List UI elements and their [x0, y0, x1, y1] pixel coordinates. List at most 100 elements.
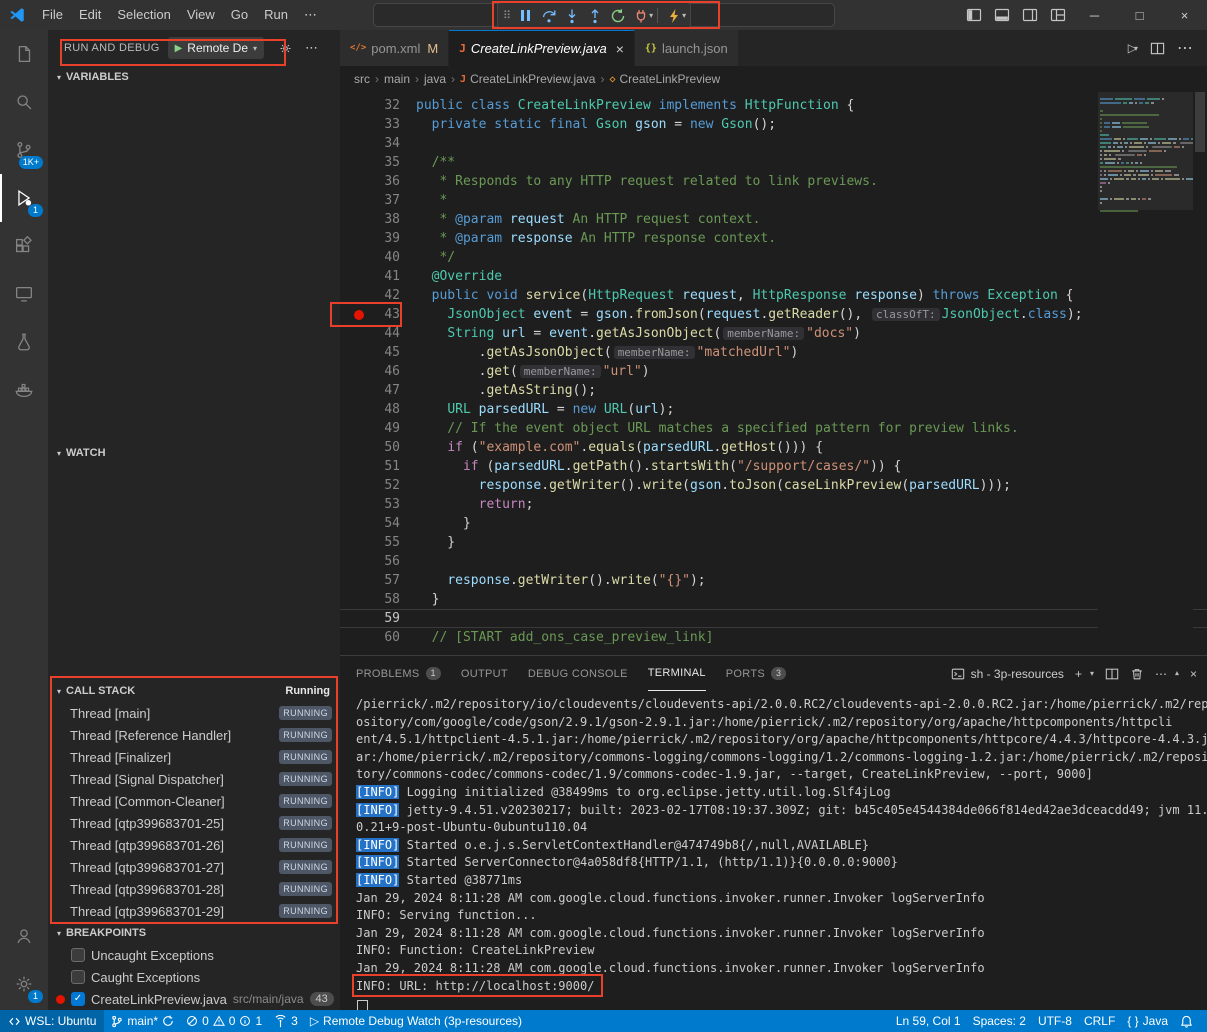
- customize-layout-icon[interactable]: [1044, 0, 1072, 30]
- accounts-icon[interactable]: [0, 912, 48, 960]
- code-line[interactable]: 32public class CreateLinkPreview impleme…: [340, 96, 1207, 115]
- menu-file[interactable]: File: [34, 0, 71, 30]
- code-line[interactable]: 42 public void service(HttpRequest reque…: [340, 286, 1207, 305]
- code-line[interactable]: 38 * @param request An HTTP request cont…: [340, 210, 1207, 229]
- code-line[interactable]: 54 }: [340, 514, 1207, 533]
- tab-launch.json[interactable]: {}launch.json: [635, 30, 739, 66]
- checkbox[interactable]: [71, 970, 85, 984]
- breakpoints-header[interactable]: ▾ BREAKPOINTS: [48, 922, 340, 944]
- docker-icon[interactable]: [0, 366, 48, 414]
- callstack-thread-row[interactable]: Thread [Finalizer]RUNNING: [48, 746, 340, 768]
- terminal-view[interactable]: /pierrick/.m2/repository/io/cloudevents/…: [340, 691, 1207, 1010]
- code-line[interactable]: 48 URL parsedURL = new URL(url);: [340, 400, 1207, 419]
- menu-view[interactable]: View: [179, 0, 223, 30]
- step-over-button[interactable]: [537, 4, 560, 27]
- chevron-down-icon[interactable]: ▾: [649, 11, 653, 20]
- code-editor[interactable]: 32public class CreateLinkPreview impleme…: [340, 92, 1207, 655]
- breadcrumb-item[interactable]: java: [424, 72, 446, 86]
- kill-terminal-trash-icon[interactable]: [1130, 667, 1144, 681]
- code-line[interactable]: 50 if ("example.com".equals(parsedURL.ge…: [340, 438, 1207, 457]
- drag-handle-icon[interactable]: ⠿: [503, 9, 511, 22]
- start-debug-icon[interactable]: ▶: [175, 43, 183, 54]
- remote-explorer-icon[interactable]: [0, 270, 48, 318]
- chevron-down-icon[interactable]: ▾: [682, 11, 686, 20]
- chevron-down-icon[interactable]: ▾: [1090, 669, 1094, 678]
- step-out-button[interactable]: [583, 4, 606, 27]
- code-line[interactable]: 34: [340, 134, 1207, 153]
- code-line[interactable]: 46 .get(memberName:"url"): [340, 362, 1207, 381]
- remote-indicator[interactable]: WSL: Ubuntu: [0, 1010, 104, 1032]
- callstack-thread-row[interactable]: Thread [qtp399683701-26]RUNNING: [48, 834, 340, 856]
- forwarded-ports-item[interactable]: 3: [268, 1010, 304, 1032]
- git-branch-item[interactable]: main*: [104, 1010, 180, 1032]
- source-control-icon[interactable]: 1K+: [0, 126, 48, 174]
- callstack-thread-row[interactable]: Thread [qtp399683701-25]RUNNING: [48, 812, 340, 834]
- code-line[interactable]: 40 */: [340, 248, 1207, 267]
- tab-CreateLinkPreview.java[interactable]: JCreateLinkPreview.java×: [449, 30, 635, 66]
- breadcrumb-item[interactable]: CreateLinkPreview: [620, 72, 721, 86]
- panel-more-icon[interactable]: ⋯: [1155, 667, 1167, 681]
- code-line[interactable]: 36 * Responds to any HTTP request relate…: [340, 172, 1207, 191]
- breadcrumb-item[interactable]: CreateLinkPreview.java: [470, 72, 595, 86]
- toggle-secondary-sidebar-icon[interactable]: [1016, 0, 1044, 30]
- run-and-debug-icon[interactable]: 1: [0, 174, 48, 222]
- variables-header[interactable]: ▾ VARIABLES: [48, 66, 340, 88]
- minimize-button[interactable]: ─: [1072, 0, 1117, 30]
- extensions-icon[interactable]: [0, 222, 48, 270]
- breakpoint-row[interactable]: Uncaught Exceptions: [48, 944, 340, 966]
- code-line[interactable]: 49 // If the event object URL matches a …: [340, 419, 1207, 438]
- callstack-thread-row[interactable]: Thread [main]RUNNING: [48, 702, 340, 724]
- code-line[interactable]: 45 .getAsJsonObject(memberName:"matchedU…: [340, 343, 1207, 362]
- code-line[interactable]: 51 if (parsedURL.getPath().startsWith("/…: [340, 457, 1207, 476]
- minimap[interactable]: [1098, 92, 1193, 655]
- breakpoint-dot[interactable]: [354, 310, 364, 320]
- checkbox[interactable]: ✓: [71, 992, 85, 1006]
- menu-edit[interactable]: Edit: [71, 0, 109, 30]
- indentation-item[interactable]: Spaces: 2: [967, 1010, 1032, 1032]
- breakpoint-row[interactable]: Caught Exceptions: [48, 966, 340, 988]
- split-terminal-icon[interactable]: [1105, 667, 1119, 681]
- close-panel-icon[interactable]: ×: [1190, 667, 1197, 681]
- checkbox[interactable]: [71, 948, 85, 962]
- code-line[interactable]: 47 .getAsString();: [340, 381, 1207, 400]
- breadcrumb-item[interactable]: main: [384, 72, 410, 86]
- code-line[interactable]: 44 String url = event.getAsJsonObject(me…: [340, 324, 1207, 343]
- code-line[interactable]: 60 // [START add_ons_case_preview_link]: [340, 628, 1207, 647]
- breadcrumb-item[interactable]: src: [354, 72, 370, 86]
- callstack-thread-row[interactable]: Thread [qtp399683701-29]RUNNING: [48, 900, 340, 922]
- language-mode-item[interactable]: { } Java: [1121, 1010, 1174, 1032]
- code-line[interactable]: 35 /**: [340, 153, 1207, 172]
- settings-gear-icon[interactable]: 1: [0, 960, 48, 1008]
- panel-tab-ports[interactable]: PORTS3: [726, 656, 787, 691]
- step-into-button[interactable]: [560, 4, 583, 27]
- cursor-position-item[interactable]: Ln 59, Col 1: [890, 1010, 967, 1032]
- explorer-icon[interactable]: [0, 30, 48, 78]
- code-line[interactable]: 57 response.getWriter().write("{}");: [340, 571, 1207, 590]
- close-icon[interactable]: ×: [616, 41, 624, 57]
- code-line[interactable]: 59: [340, 609, 1207, 628]
- code-line[interactable]: 52 response.getWriter().write(gson.toJso…: [340, 476, 1207, 495]
- new-terminal-button[interactable]: +: [1075, 667, 1082, 681]
- menu-more[interactable]: ⋯: [296, 7, 325, 23]
- callstack-thread-row[interactable]: Thread [qtp399683701-28]RUNNING: [48, 878, 340, 900]
- editor-scrollbar[interactable]: [1193, 92, 1207, 655]
- maximize-panel-icon[interactable]: ▾: [1175, 669, 1179, 678]
- toggle-panel-icon[interactable]: [988, 0, 1016, 30]
- configure-gear-icon[interactable]: [278, 41, 293, 56]
- callstack-thread-row[interactable]: Thread [Reference Handler]RUNNING: [48, 724, 340, 746]
- code-line[interactable]: 58 }: [340, 590, 1207, 609]
- notifications-bell-icon[interactable]: [1174, 1010, 1199, 1032]
- code-line[interactable]: 33 private static final Gson gson = new …: [340, 115, 1207, 134]
- callstack-thread-row[interactable]: Thread [qtp399683701-27]RUNNING: [48, 856, 340, 878]
- eol-item[interactable]: CRLF: [1078, 1010, 1121, 1032]
- call-stack-header[interactable]: ▾ CALL STACK Running: [48, 680, 340, 702]
- code-line[interactable]: 39 * @param response An HTTP response co…: [340, 229, 1207, 248]
- scrollbar-thumb[interactable]: [1195, 92, 1205, 152]
- views-more-icon[interactable]: ⋯: [305, 40, 318, 56]
- breakpoint-row[interactable]: ✓CreateLinkPreview.javasrc/main/java43: [48, 988, 340, 1010]
- tab-pom.xml[interactable]: </>pom.xmlM: [340, 30, 449, 66]
- panel-tab-output[interactable]: OUTPUT: [461, 656, 508, 691]
- maximize-button[interactable]: □: [1117, 0, 1162, 30]
- code-line[interactable]: 56: [340, 552, 1207, 571]
- encoding-item[interactable]: UTF-8: [1032, 1010, 1078, 1032]
